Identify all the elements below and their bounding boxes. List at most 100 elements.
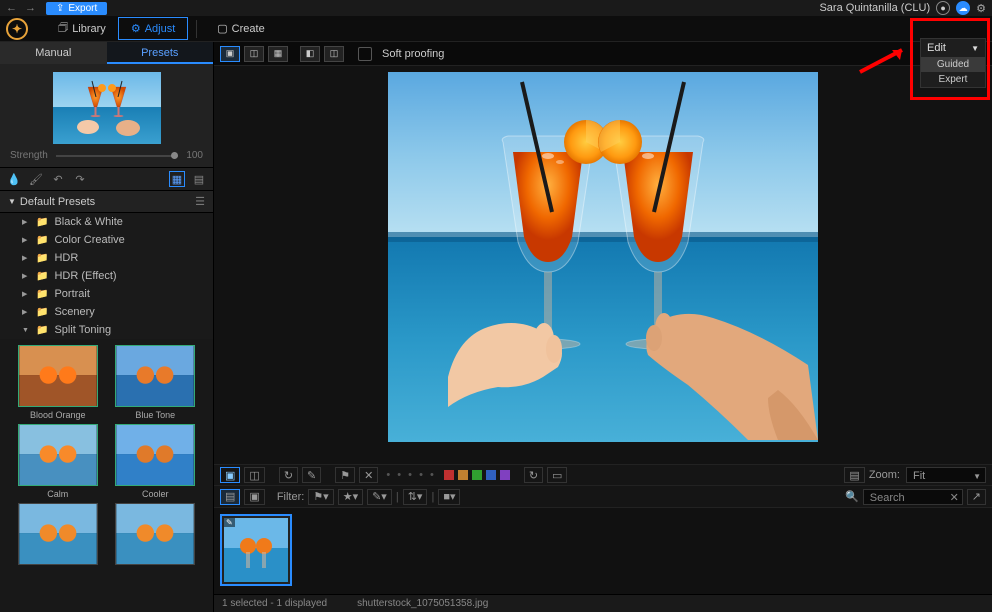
zoom-select[interactable]: Fit ▼ [906, 467, 986, 483]
soft-proofing-label: Soft proofing [382, 48, 444, 60]
filter-color-button[interactable]: ■▾ [438, 489, 460, 505]
preset-thumb[interactable] [18, 345, 98, 407]
eyedropper-icon[interactable]: 💧 [6, 171, 22, 187]
username-label: Sara Quintanilla (CLU) [819, 2, 930, 14]
folder-icon: 📁 [36, 253, 48, 264]
default-presets-header[interactable]: ▼ Default Presets ☰ [0, 191, 213, 213]
preset-category[interactable]: ▼📁Split Toning [0, 321, 213, 339]
color-label-green[interactable] [472, 470, 482, 480]
chevron-down-icon: ▼ [973, 470, 981, 484]
edit-option-expert[interactable]: Expert [921, 72, 985, 87]
undo-icon[interactable]: ↶ [50, 171, 66, 187]
create-mode[interactable]: ▢ Create [205, 18, 276, 39]
back-icon[interactable]: ← [6, 2, 17, 14]
tab-manual[interactable]: Manual [0, 42, 107, 64]
preset-category[interactable]: ▶📁Color Creative [0, 231, 213, 249]
view-mode-2-button[interactable]: ◫ [244, 467, 264, 483]
preset-category[interactable]: ▶📁Portrait [0, 285, 213, 303]
main-image [388, 72, 818, 442]
filter-edit-button[interactable]: ✎▾ [367, 489, 392, 505]
library-icon: 🗇 [58, 19, 68, 38]
view-compare-button[interactable]: ◫ [244, 46, 264, 62]
crop-button[interactable]: ✎ [302, 467, 321, 483]
gear-icon[interactable]: ⚙ [976, 2, 986, 15]
search-placeholder: Search [870, 492, 905, 504]
zoom-value: Fit [913, 470, 925, 482]
folder-icon: 📁 [36, 271, 48, 282]
edit-dropdown-header[interactable]: Edit ▼ [921, 39, 985, 57]
adjust-mode[interactable]: ⚙ Adjust [118, 17, 188, 40]
panel-toggle-button[interactable]: ▤ [844, 467, 864, 483]
filter-star-button[interactable]: ★▾ [338, 489, 363, 505]
upload-icon: ⇪ [56, 3, 64, 14]
preset-category[interactable]: ▶📁Scenery [0, 303, 213, 321]
export-label: Export [68, 3, 97, 14]
forward-icon[interactable]: → [25, 2, 36, 14]
adjust-label: Adjust [145, 23, 176, 35]
preset-thumb[interactable] [115, 503, 195, 565]
screen-button[interactable]: ▭ [547, 467, 567, 483]
filter-label: Filter: [277, 491, 305, 503]
cloud-icon[interactable]: ☁ [956, 1, 970, 15]
flag-button[interactable]: ⚑ [335, 467, 355, 483]
preset-thumb-label: Blood Orange [30, 410, 86, 420]
filmstrip-thumb[interactable]: ✎ [220, 514, 292, 586]
preset-category[interactable]: ▶📁HDR [0, 249, 213, 267]
edit-label: Edit [927, 42, 946, 54]
view-single-button[interactable]: ▣ [220, 46, 240, 62]
menu-icon[interactable]: ☰ [195, 195, 205, 208]
status-filename: shutterstock_1075051358.jpg [357, 598, 488, 609]
strip-view-1-button[interactable]: ▤ [220, 489, 240, 505]
strip-view-2-button[interactable]: ▣ [244, 489, 264, 505]
strength-label: Strength [10, 150, 48, 161]
preset-thumb[interactable] [18, 424, 98, 486]
tab-presets[interactable]: Presets [107, 42, 214, 64]
color-label-purple[interactable] [500, 470, 510, 480]
create-icon: ▢ [217, 22, 227, 35]
triangle-down-icon: ▼ [8, 197, 16, 206]
clear-search-icon[interactable]: ✕ [950, 491, 959, 505]
external-button[interactable]: ↗ [967, 489, 986, 505]
brush-icon[interactable]: 🖌 [28, 171, 44, 187]
edit-dropdown[interactable]: Edit ▼ Guided Expert [920, 38, 986, 88]
refresh-button[interactable]: ↻ [524, 467, 543, 483]
rating-dots[interactable]: • • • • • [382, 469, 439, 481]
folder-icon: 📁 [36, 325, 48, 336]
search-icon: 🔍 [845, 490, 859, 503]
reject-button[interactable]: ✕ [359, 467, 378, 483]
search-input[interactable]: Search ✕ [863, 489, 963, 505]
preset-category[interactable]: ▶📁Black & White [0, 213, 213, 231]
edit-option-guided[interactable]: Guided [921, 57, 985, 72]
list-view-icon[interactable]: ▤ [191, 171, 207, 187]
preset-category[interactable]: ▶📁HDR (Effect) [0, 267, 213, 285]
rotate-button[interactable]: ↻ [279, 467, 298, 483]
color-label-orange[interactable] [458, 470, 468, 480]
status-selection: 1 selected - 1 displayed [222, 598, 327, 609]
folder-icon: 📁 [36, 307, 48, 318]
preset-thumb[interactable] [115, 424, 195, 486]
user-icon[interactable]: ● [936, 1, 950, 15]
view-mode-1-button[interactable]: ▣ [220, 467, 240, 483]
library-mode[interactable]: 🗇 Library [46, 15, 118, 42]
view-grid-button[interactable]: ▦ [268, 46, 288, 62]
chevron-down-icon: ▼ [971, 44, 979, 53]
color-label-red[interactable] [444, 470, 454, 480]
preset-thumb-label: Blue Tone [135, 410, 175, 420]
folder-icon: 📁 [36, 235, 48, 246]
color-label-blue[interactable] [486, 470, 496, 480]
preset-thumb[interactable] [18, 503, 98, 565]
soft-proofing-checkbox[interactable] [358, 47, 372, 61]
filter-flag-button[interactable]: ⚑▾ [308, 489, 333, 505]
grid-view-icon[interactable]: ▦ [169, 171, 185, 187]
default-presets-label: Default Presets [20, 196, 95, 208]
create-label: Create [232, 23, 265, 35]
sort-button[interactable]: ⇅▾ [403, 489, 428, 505]
strength-slider[interactable] [56, 155, 179, 157]
folder-icon: 📁 [36, 217, 48, 228]
view-split-button[interactable]: ◧ [300, 46, 320, 62]
preset-thumb[interactable] [115, 345, 195, 407]
redo-icon[interactable]: ↷ [72, 171, 88, 187]
preset-thumb-label: Cooler [142, 489, 169, 499]
view-mirror-button[interactable]: ◫ [324, 46, 344, 62]
export-button[interactable]: ⇪ Export [46, 2, 107, 15]
